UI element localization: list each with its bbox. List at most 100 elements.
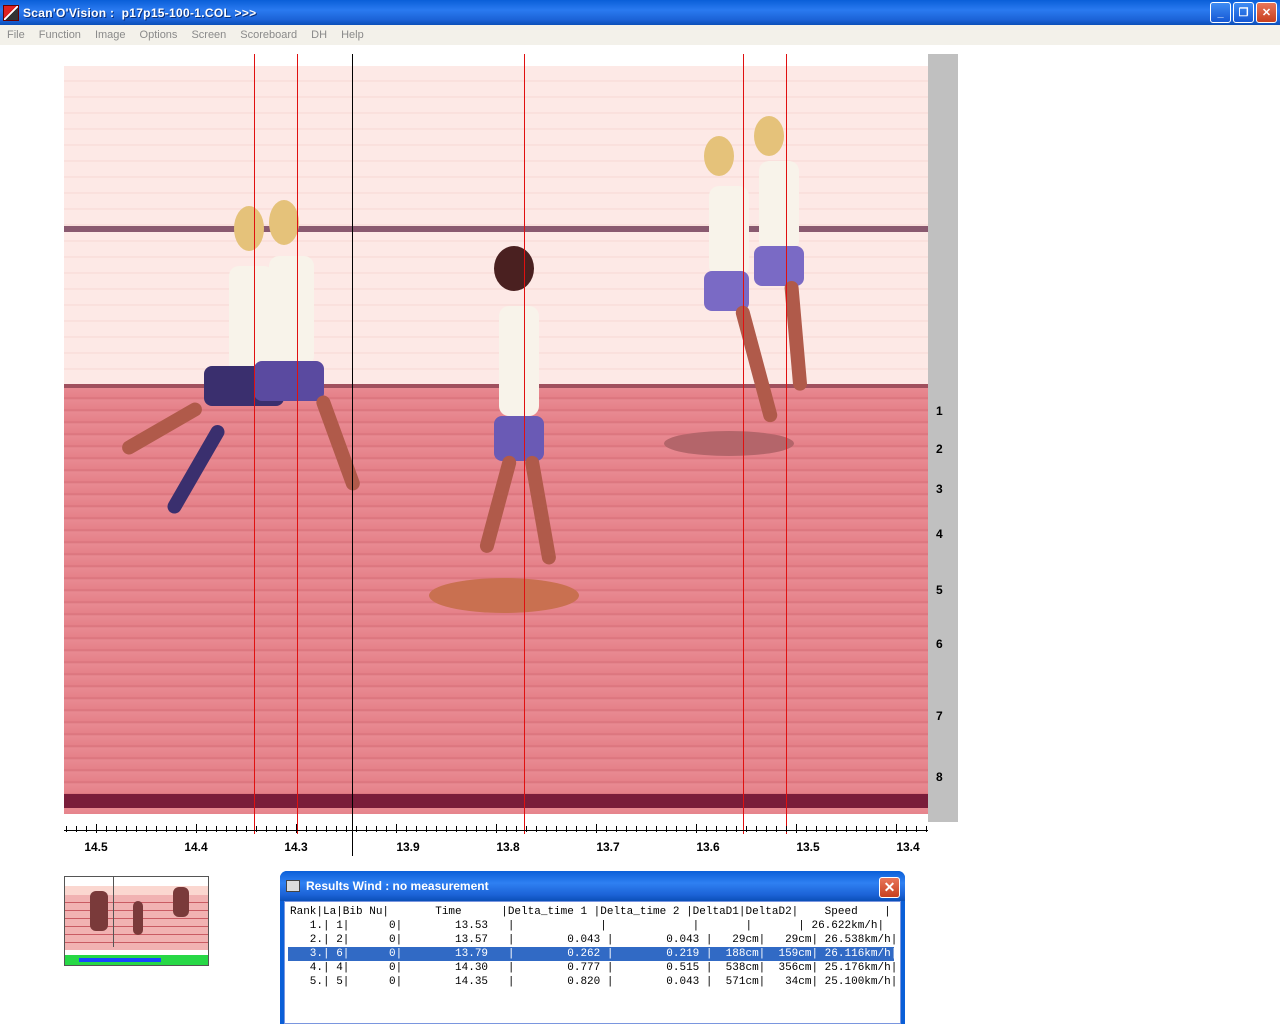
axis-tick	[906, 826, 907, 832]
menu-help[interactable]: Help	[334, 29, 371, 41]
time-marker-line[interactable]	[524, 54, 525, 834]
axis-tick	[446, 826, 447, 832]
axis-tick	[816, 826, 817, 832]
title-bar: Scan'O'Vision : p17p15-100-1.COL >>> _ ❐…	[0, 0, 1280, 25]
menu-image[interactable]: Image	[88, 29, 133, 41]
lane-label: 8	[936, 770, 943, 784]
runner-right-shadow	[664, 431, 794, 456]
axis-tick	[476, 826, 477, 832]
axis-tick	[376, 826, 377, 832]
axis-tick	[406, 826, 407, 832]
axis-tick	[686, 826, 687, 832]
time-marker-line[interactable]	[254, 54, 255, 834]
axis-tick	[466, 826, 467, 832]
minimize-button[interactable]: _	[1210, 2, 1231, 23]
thumbnail-runner	[133, 901, 143, 935]
menu-screen[interactable]: Screen	[184, 29, 233, 41]
axis-tick	[566, 826, 567, 832]
axis-tick-label: 13.6	[696, 840, 720, 854]
printer-icon[interactable]	[286, 880, 300, 892]
menu-bar: File Function Image Options Screen Score…	[0, 25, 1280, 45]
axis-tick	[436, 826, 437, 832]
axis-tick	[346, 826, 347, 832]
axis-tick	[866, 826, 867, 832]
axis-tick	[416, 826, 417, 832]
axis-tick	[106, 826, 107, 832]
restore-button[interactable]: ❐	[1233, 2, 1254, 23]
photo-finish-image[interactable]	[64, 66, 928, 814]
axis-tick	[516, 826, 517, 832]
axis-tick	[256, 826, 257, 832]
axis-tick	[596, 824, 597, 833]
menu-function[interactable]: Function	[32, 29, 88, 41]
axis-tick	[706, 826, 707, 832]
menu-scoreboard[interactable]: Scoreboard	[233, 29, 304, 41]
axis-tick	[236, 826, 237, 832]
axis-tick	[606, 826, 607, 832]
axis-tick	[126, 826, 127, 832]
results-close-button[interactable]: ✕	[879, 877, 900, 898]
results-table: Rank|La|Bib Nu| Time |Delta_time 1 |Delt…	[288, 905, 898, 989]
axis-tick	[366, 826, 367, 832]
menu-file[interactable]: File	[0, 29, 32, 41]
axis-tick-label: 13.5	[796, 840, 820, 854]
axis-tick	[276, 826, 277, 832]
menu-options[interactable]: Options	[133, 29, 185, 41]
axis-tick	[186, 826, 187, 832]
axis-tick	[326, 826, 327, 832]
results-row[interactable]: 1.| 1| 0| 13.53 | | | | | 26.622km/h|	[288, 919, 894, 933]
axis-tick	[206, 826, 207, 832]
axis-tick	[666, 826, 667, 832]
axis-tick	[76, 826, 77, 832]
axis-tick	[806, 826, 807, 832]
results-row[interactable]: 2.| 2| 0| 13.57 | 0.043 | 0.043 | 29cm| …	[288, 933, 898, 947]
axis-tick	[426, 826, 427, 832]
time-marker-line[interactable]	[786, 54, 787, 834]
results-row-selected[interactable]: 3.| 6| 0| 13.79 | 0.262 | 0.219 | 188cm|…	[288, 947, 897, 961]
time-marker-line[interactable]	[297, 54, 298, 834]
results-row[interactable]: 5.| 5| 0| 14.35 | 0.820 | 0.043 | 571cm|…	[288, 975, 898, 989]
axis-tick	[886, 826, 887, 832]
axis-tick	[266, 826, 267, 832]
thumbnail-runner	[90, 891, 108, 931]
axis-tick-label: 13.8	[496, 840, 520, 854]
lane-label: 5	[936, 583, 943, 597]
axis-tick	[336, 826, 337, 832]
close-button[interactable]: ✕	[1256, 2, 1277, 23]
axis-tick	[676, 826, 677, 832]
runner-right-pair	[684, 116, 824, 446]
axis-tick	[626, 826, 627, 832]
axis-tick	[696, 824, 697, 833]
results-row[interactable]: 4.| 4| 0| 14.30 | 0.777 | 0.515 | 538cm|…	[288, 961, 898, 975]
axis-tick	[796, 824, 797, 833]
menu-dh[interactable]: DH	[304, 29, 334, 41]
axis-tick	[456, 826, 457, 832]
axis-tick-label: 14.5	[84, 840, 108, 854]
axis-tick	[136, 826, 137, 832]
axis-tick	[386, 826, 387, 832]
axis-tick	[846, 826, 847, 832]
axis-tick	[736, 826, 737, 832]
time-marker-line[interactable]	[743, 54, 744, 834]
app-icon[interactable]	[3, 4, 19, 21]
thumbnail-scroll-thumb[interactable]	[79, 958, 161, 962]
track-bottom-edge	[64, 794, 928, 808]
axis-tick	[506, 826, 507, 832]
overview-thumbnail[interactable]	[64, 876, 209, 966]
axis-tick	[916, 826, 917, 832]
axis-tick	[86, 826, 87, 832]
axis-tick	[716, 826, 717, 832]
axis-tick	[656, 826, 657, 832]
axis-tick-label: 13.7	[596, 840, 620, 854]
lane-label: 3	[936, 482, 943, 496]
thumbnail-cursor	[113, 877, 114, 947]
axis-tick	[726, 826, 727, 832]
axis-tick	[896, 824, 897, 833]
axis-tick-label: 13.9	[396, 840, 420, 854]
axis-tick	[296, 824, 297, 833]
lane-ruler	[928, 54, 958, 822]
finish-cursor-line[interactable]	[352, 54, 353, 856]
axis-tick	[226, 826, 227, 832]
time-axis: 14.5 14.4 14.3 13.9 13.8 13.7 13.6 13.5 …	[64, 824, 928, 866]
axis-tick	[146, 826, 147, 832]
